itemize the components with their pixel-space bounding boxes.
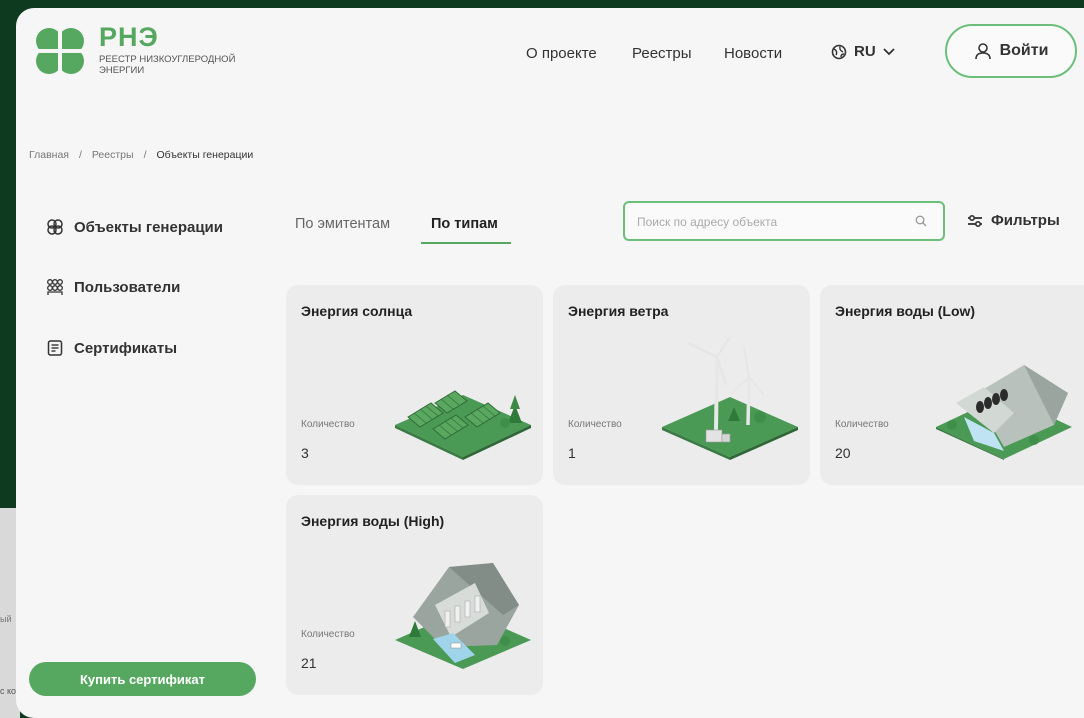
card-count-label: Количество: [568, 419, 622, 430]
background-text: ый: [0, 614, 12, 624]
search-icon[interactable]: [915, 215, 927, 227]
card-hydro-energy-high[interactable]: Энергия воды (High) Количество 21: [286, 495, 543, 695]
nav-link-about[interactable]: О проекте: [526, 45, 597, 62]
buy-certificate-button[interactable]: Купить сертификат: [29, 662, 256, 696]
card-count-label: Количество: [835, 419, 889, 430]
card-solar-energy[interactable]: Энергия солнца Количество 3: [286, 285, 543, 485]
nav-link-registers[interactable]: Реестры: [632, 45, 692, 62]
sliders-icon: [968, 214, 982, 227]
language-selector[interactable]: RU: [831, 43, 895, 60]
login-label: Войти: [999, 42, 1049, 59]
card-count: 3: [301, 445, 309, 461]
breadcrumb-separator: /: [78, 149, 82, 161]
tab-by-emitters[interactable]: По эмитентам: [295, 216, 390, 232]
card-count-label: Количество: [301, 629, 355, 640]
certificate-icon: [47, 340, 63, 356]
sidebar-item-certificates[interactable]: Сертификаты: [46, 339, 177, 357]
card-title: Энергия воды (Low): [835, 303, 976, 319]
sidebar-item-label: Объекты генерации: [74, 218, 224, 236]
card-count-label: Количество: [301, 419, 355, 430]
breadcrumb-current: Объекты генерации: [156, 149, 254, 161]
sidebar-item-label: Сертификаты: [74, 339, 178, 357]
brand-title: РНЭ: [99, 22, 159, 52]
chevron-down-icon: [883, 47, 895, 55]
search-box[interactable]: [623, 201, 945, 241]
login-button[interactable]: Войти: [945, 24, 1077, 78]
breadcrumb-registers[interactable]: Реестры: [92, 149, 134, 161]
card-hydro-energy-low[interactable]: Энергия воды (Low) Количество 20: [820, 285, 1084, 485]
hydro-dam-high-illustration: [395, 563, 531, 669]
app-window: РНЭ РЕЕСТР НИЗКОУГЛЕРОДНОЙ ЭНЕРГИИ О про…: [16, 8, 1084, 718]
search-input[interactable]: [635, 209, 899, 235]
sidebar-item-users[interactable]: Пользователи: [46, 278, 180, 296]
card-count: 20: [835, 445, 851, 461]
card-title: Энергия ветра: [568, 303, 669, 319]
active-tab-indicator: [421, 242, 511, 244]
tab-by-types[interactable]: По типам: [431, 216, 498, 232]
sidebar-item-label: Пользователи: [74, 278, 181, 296]
card-title: Энергия солнца: [301, 303, 413, 319]
filters-button[interactable]: Фильтры: [967, 212, 1060, 229]
breadcrumb: Главная / Реестры / Объекты генерации: [29, 149, 253, 161]
generation-icon: [47, 219, 63, 235]
solar-panels-illustration: [395, 390, 531, 460]
card-count: 21: [301, 655, 317, 671]
clover-logo-icon[interactable]: [30, 22, 90, 80]
language-label: RU: [854, 43, 876, 60]
card-count: 1: [568, 445, 576, 461]
breadcrumb-separator: /: [143, 149, 147, 161]
background-text: с ко: [0, 686, 17, 696]
globe-icon: [831, 44, 847, 59]
card-title: Энергия воды (High): [301, 513, 445, 529]
filters-label: Фильтры: [991, 212, 1060, 229]
sidebar-item-generation-objects[interactable]: Объекты генерации: [46, 218, 223, 236]
card-wind-energy[interactable]: Энергия ветра Количество 1: [553, 285, 810, 485]
user-icon: [974, 43, 991, 60]
nav-link-news[interactable]: Новости: [724, 45, 782, 62]
brand-subtitle: РЕЕСТР НИЗКОУГЛЕРОДНОЙ ЭНЕРГИИ: [99, 54, 236, 76]
hydro-dam-low-illustration: [936, 365, 1072, 460]
breadcrumb-home[interactable]: Главная: [29, 149, 69, 161]
wind-turbines-illustration: [662, 336, 798, 460]
users-icon: [47, 279, 63, 295]
